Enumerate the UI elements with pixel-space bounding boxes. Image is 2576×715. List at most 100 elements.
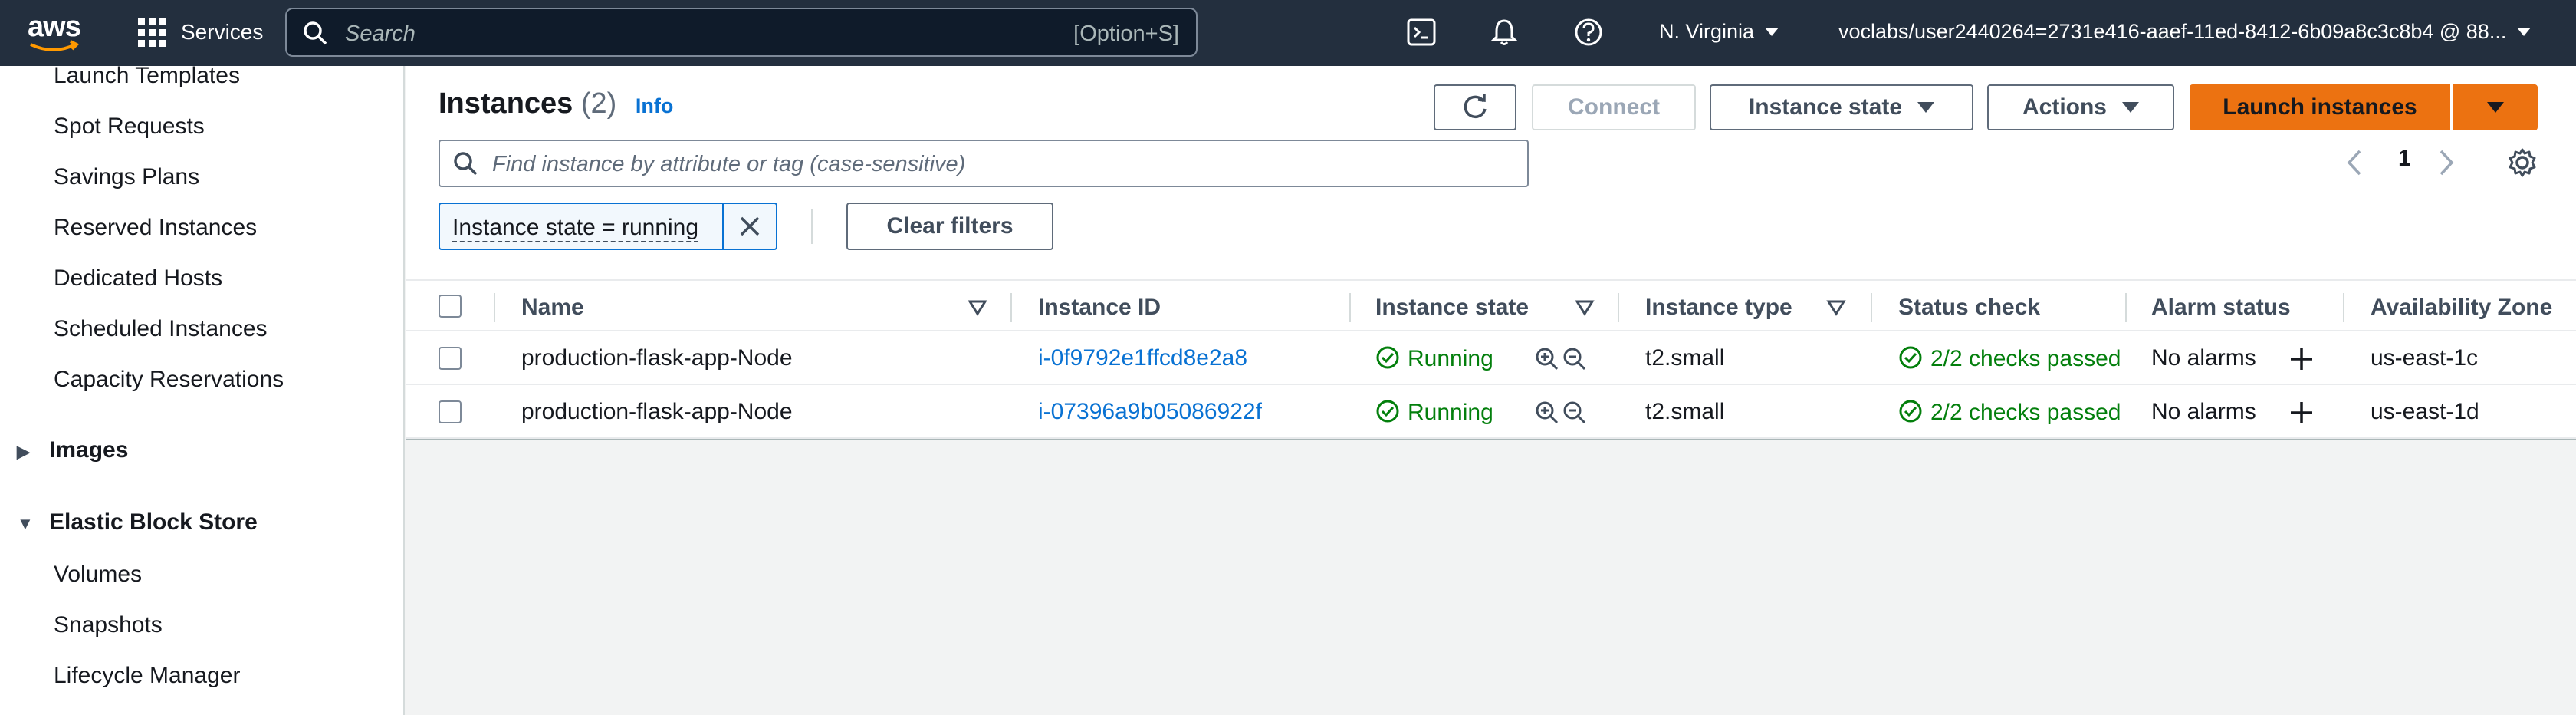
sidebar-item-capacity-reservations[interactable]: Capacity Reservations <box>54 367 284 393</box>
sidebar-section-label: Elastic Block Store <box>49 509 258 535</box>
status-check: 2/2 checks passed <box>1898 345 2121 372</box>
row-checkbox[interactable] <box>439 347 462 370</box>
settings-gear-icon[interactable] <box>2507 147 2538 178</box>
sidebar-section-ebs[interactable]: ▼ Elastic Block Store <box>17 509 258 535</box>
chevron-down-icon <box>1765 28 1779 36</box>
refresh-icon <box>1464 94 1487 119</box>
help-icon[interactable] <box>1573 17 1604 48</box>
title-text: Instances <box>439 87 573 120</box>
instance-id-link[interactable]: i-07396a9b05086922f <box>1038 399 1262 425</box>
sort-icon[interactable] <box>1575 299 1595 316</box>
launch-options-dropdown[interactable] <box>2453 84 2538 130</box>
state-label: Running <box>1408 346 1493 371</box>
status-ok-icon <box>1376 346 1399 369</box>
column-header-instance-state[interactable]: Instance state <box>1375 295 1529 321</box>
divider <box>811 209 813 244</box>
sidebar-item-lifecycle-manager[interactable]: Lifecycle Manager <box>54 663 240 689</box>
sidebar-item-launch-templates[interactable]: Launch Templates <box>54 66 240 89</box>
instance-count: (2) <box>580 87 617 120</box>
info-link[interactable]: Info <box>636 94 673 117</box>
zoom-in-icon[interactable] <box>1535 400 1559 425</box>
zoom-out-icon[interactable] <box>1562 400 1587 425</box>
launch-instances-button[interactable]: Launch instances <box>2190 84 2450 130</box>
alarm-status: No alarms <box>2151 345 2256 371</box>
add-alarm-icon[interactable] <box>2289 347 2314 371</box>
actions-label: Actions <box>2022 94 2107 120</box>
clear-filters-button[interactable]: Clear filters <box>846 203 1053 250</box>
instance-state-status: Running <box>1375 399 1493 426</box>
sidebar-section-images[interactable]: ▶ Images <box>17 437 128 463</box>
column-header-availability-zone[interactable]: Availability Zone <box>2371 295 2552 321</box>
column-header-name[interactable]: Name <box>521 295 584 321</box>
table-row[interactable]: production-flask-app-Node i-0f9792e1ffcd… <box>406 331 2576 385</box>
availability-zone: us-east-1d <box>2371 399 2479 424</box>
column-header-alarm-status[interactable]: Alarm status <box>2151 295 2291 321</box>
notifications-icon[interactable] <box>1489 17 1520 48</box>
main-content: Instances (2) Info Connect Instance stat… <box>406 66 2576 715</box>
instance-type: t2.small <box>1645 345 1725 371</box>
current-page[interactable]: 1 <box>2398 146 2411 172</box>
instance-state-status: Running <box>1375 345 1493 372</box>
status-check-label: 2/2 checks passed <box>1930 400 2121 425</box>
instance-state-dropdown[interactable]: Instance state <box>1710 84 1973 130</box>
instance-state-label: Instance state <box>1748 94 1903 120</box>
find-instance-input[interactable]: Find instance by attribute or tag (case-… <box>439 140 1529 187</box>
chevron-left-icon[interactable] <box>2346 149 2363 176</box>
services-menu[interactable]: Services <box>181 20 263 44</box>
instance-name: production-flask-app-Node <box>521 399 793 424</box>
region-selector[interactable]: N. Virginia <box>1659 20 1779 44</box>
row-checkbox[interactable] <box>439 400 462 423</box>
column-header-instance-type[interactable]: Instance type <box>1645 295 1792 321</box>
search-icon <box>454 152 478 176</box>
region-label: N. Virginia <box>1659 20 1755 43</box>
alarm-status: No alarms <box>2151 399 2256 424</box>
global-search-input[interactable]: Search [Option+S] <box>285 8 1198 57</box>
account-label: voclabs/user2440264=2731e416-aaef-11ed-8… <box>1838 20 2507 43</box>
status-ok-icon <box>1899 346 1922 369</box>
account-menu[interactable]: voclabs/user2440264=2731e416-aaef-11ed-8… <box>1838 20 2532 44</box>
sidebar-item-reserved-instances[interactable]: Reserved Instances <box>54 215 257 241</box>
caret-down-icon <box>2487 102 2504 113</box>
actions-dropdown[interactable]: Actions <box>1987 84 2174 130</box>
zoom-in-icon[interactable] <box>1535 347 1559 371</box>
filter-token: Instance state = running <box>439 203 777 250</box>
column-divider <box>494 293 495 322</box>
find-placeholder: Find instance by attribute or tag (case-… <box>492 152 966 176</box>
column-divider <box>1618 293 1619 322</box>
instance-id-link[interactable]: i-0f9792e1ffcd8e2a8 <box>1038 345 1247 371</box>
column-divider <box>2343 293 2344 322</box>
table-row[interactable]: production-flask-app-Node i-07396a9b0508… <box>406 385 2576 439</box>
column-divider <box>1871 293 1872 322</box>
select-all-checkbox[interactable] <box>439 295 462 318</box>
caret-right-icon: ▶ <box>17 442 30 461</box>
chevron-down-icon <box>2517 28 2532 36</box>
column-header-instance-id[interactable]: Instance ID <box>1038 295 1161 321</box>
availability-zone: us-east-1c <box>2371 345 2479 371</box>
sidebar-item-volumes[interactable]: Volumes <box>54 562 142 588</box>
sidebar-item-spot-requests[interactable]: Spot Requests <box>54 114 205 140</box>
caret-down-icon <box>1917 102 1935 113</box>
sidebar-item-snapshots[interactable]: Snapshots <box>54 612 163 638</box>
status-ok-icon <box>1376 400 1399 423</box>
sidebar-item-scheduled-instances[interactable]: Scheduled Instances <box>54 316 268 342</box>
zoom-out-icon[interactable] <box>1562 347 1587 371</box>
column-divider <box>1010 293 1012 322</box>
remove-filter-button[interactable] <box>722 204 776 249</box>
add-alarm-icon[interactable] <box>2289 400 2314 425</box>
sidebar-item-savings-plans[interactable]: Savings Plans <box>54 164 199 190</box>
refresh-button[interactable] <box>1434 84 1516 130</box>
chevron-right-icon[interactable] <box>2438 149 2455 176</box>
aws-logo[interactable]: aws <box>26 11 83 57</box>
page-title: Instances (2) Info <box>439 87 673 120</box>
cloudshell-icon[interactable] <box>1406 17 1437 48</box>
status-check: 2/2 checks passed <box>1898 399 2121 426</box>
services-grid-icon[interactable] <box>138 18 167 48</box>
sort-icon[interactable] <box>1826 299 1846 316</box>
sidebar-item-dedicated-hosts[interactable]: Dedicated Hosts <box>54 265 222 292</box>
filter-token-label: Instance state = running <box>452 215 699 242</box>
status-check-label: 2/2 checks passed <box>1930 346 2121 371</box>
column-header-status-check[interactable]: Status check <box>1898 295 2040 321</box>
aws-smile-icon <box>30 40 80 51</box>
connect-button[interactable]: Connect <box>1532 84 1696 130</box>
sort-icon[interactable] <box>968 299 987 316</box>
